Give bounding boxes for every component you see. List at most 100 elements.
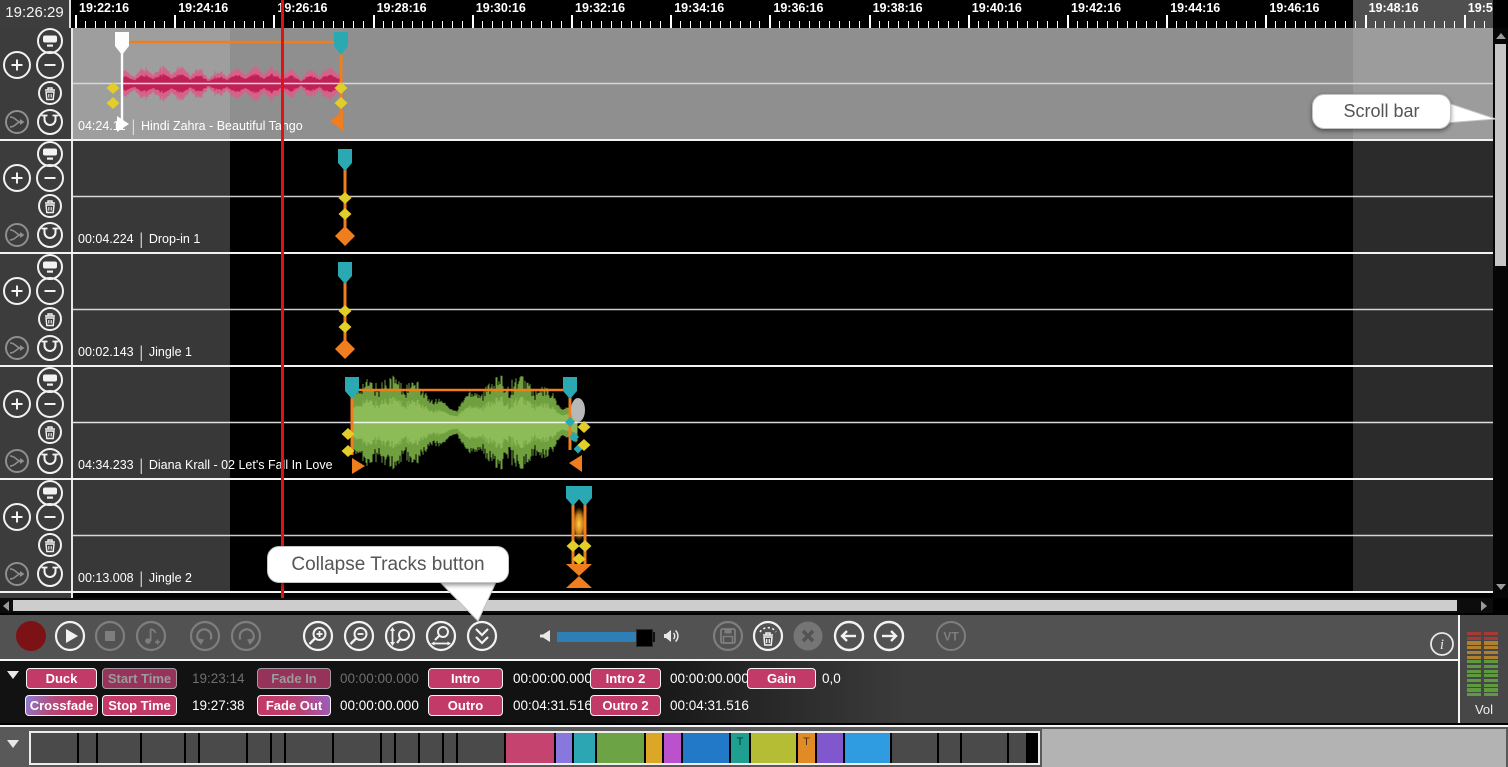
fade-handle-diamond[interactable] bbox=[567, 540, 580, 552]
voice-track-button[interactable]: VT bbox=[935, 620, 967, 652]
stop-button[interactable] bbox=[94, 620, 126, 652]
playlist-block[interactable] bbox=[98, 733, 140, 763]
playlist-block[interactable] bbox=[79, 733, 96, 763]
marker-hourglass[interactable] bbox=[566, 564, 592, 588]
playlist-block[interactable] bbox=[556, 733, 572, 763]
cue-marker-flag[interactable] bbox=[338, 262, 352, 284]
loop-track-button[interactable] bbox=[36, 447, 64, 480]
expand-track-button[interactable] bbox=[2, 163, 32, 198]
fade-handle-diamond[interactable] bbox=[339, 305, 352, 317]
playlist-block-voicetrack[interactable]: T bbox=[731, 733, 749, 763]
scroll-right-arrow-icon[interactable] bbox=[1481, 601, 1487, 611]
playlist-blocks[interactable]: TT bbox=[29, 731, 1040, 765]
playlist-block[interactable] bbox=[186, 733, 198, 763]
playlist-block[interactable] bbox=[751, 733, 796, 763]
close-button[interactable] bbox=[792, 620, 824, 652]
playlist-block[interactable] bbox=[142, 733, 184, 763]
track-row-4[interactable]: 04:34.233|Diana Krall - 02 Let's Fall In… bbox=[0, 367, 1493, 480]
delete-track-button[interactable] bbox=[37, 193, 63, 224]
playlist-block[interactable] bbox=[683, 733, 729, 763]
playlist-block[interactable] bbox=[200, 733, 246, 763]
playlist-block[interactable] bbox=[272, 733, 284, 763]
playlist-block[interactable] bbox=[939, 733, 960, 763]
end-marker-flag[interactable] bbox=[334, 32, 348, 55]
playlist-block[interactable] bbox=[962, 733, 1007, 763]
zoom-selection-button[interactable] bbox=[425, 620, 457, 652]
loop-track-button[interactable] bbox=[36, 108, 64, 141]
track-row-1[interactable]: 04:24.11|Hindi Zahra - Beautiful Tango bbox=[0, 28, 1493, 141]
playlist-block[interactable] bbox=[334, 733, 380, 763]
timeline-ruler[interactable]: 19:22:1619:24:1619:26:1619:28:1619:30:16… bbox=[0, 0, 1508, 28]
playlist-block[interactable] bbox=[31, 733, 77, 763]
loop-track-button[interactable] bbox=[36, 334, 64, 367]
intro2-button[interactable]: Intro 2 bbox=[590, 668, 661, 689]
next-button[interactable] bbox=[873, 620, 905, 652]
scroll-down-arrow-icon[interactable] bbox=[1496, 584, 1506, 590]
cue-marker-flag[interactable] bbox=[338, 149, 352, 171]
track-row-3[interactable]: 00:02.143|Jingle 1 bbox=[0, 254, 1493, 367]
start-marker-flag[interactable] bbox=[566, 486, 580, 506]
playlist-block[interactable] bbox=[420, 733, 442, 763]
merge-track-button[interactable] bbox=[4, 335, 30, 366]
merge-track-button[interactable] bbox=[4, 109, 30, 140]
clear-tracks-button[interactable] bbox=[752, 620, 784, 652]
fade-in-button[interactable]: Fade In bbox=[257, 668, 331, 689]
volume-min-icon[interactable] bbox=[538, 628, 554, 649]
marker-handle-ellipse[interactable] bbox=[571, 398, 585, 422]
track-row-5[interactable]: 00:13.008|Jingle 2 bbox=[0, 480, 1493, 593]
playlist-block[interactable] bbox=[506, 733, 554, 763]
fade-out-button[interactable]: Fade Out bbox=[257, 695, 331, 716]
undo-button[interactable] bbox=[189, 620, 221, 652]
save-button[interactable] bbox=[712, 620, 744, 652]
record-button[interactable] bbox=[15, 620, 47, 652]
end-marker-arrow[interactable] bbox=[330, 111, 343, 131]
playlist-block[interactable] bbox=[845, 733, 890, 763]
zoom-out-button[interactable] bbox=[343, 620, 375, 652]
end-marker-arrow[interactable] bbox=[569, 455, 582, 472]
previous-button[interactable] bbox=[833, 620, 865, 652]
fade-handle-diamond[interactable] bbox=[339, 321, 352, 333]
playlist-block[interactable] bbox=[574, 733, 595, 763]
volume-slider[interactable] bbox=[557, 632, 655, 642]
playlist-block[interactable] bbox=[817, 733, 843, 763]
playlist-block-voicetrack[interactable]: T bbox=[798, 733, 815, 763]
expand-track-button[interactable] bbox=[2, 389, 32, 424]
collapse-strip-icon[interactable] bbox=[7, 740, 19, 748]
duck-button[interactable]: Duck bbox=[26, 668, 97, 689]
playlist-block[interactable] bbox=[382, 733, 394, 763]
crossfade-button[interactable]: Crossfade bbox=[25, 695, 98, 716]
end-marker-flag[interactable] bbox=[578, 486, 592, 506]
collapse-tracks-button[interactable] bbox=[466, 620, 498, 652]
merge-track-button[interactable] bbox=[4, 222, 30, 253]
playlist-block[interactable] bbox=[286, 733, 332, 763]
delete-track-button[interactable] bbox=[37, 306, 63, 337]
cue-marker-diamond[interactable] bbox=[335, 226, 355, 246]
expand-track-button[interactable] bbox=[2, 50, 32, 85]
playlist-block[interactable] bbox=[646, 733, 662, 763]
horizontal-scroll-thumb[interactable] bbox=[13, 600, 1457, 611]
playhead-cursor[interactable] bbox=[281, 0, 284, 598]
horizontal-scrollbar[interactable] bbox=[0, 598, 1493, 613]
delete-track-button[interactable] bbox=[37, 419, 63, 450]
fade-handle-diamond[interactable] bbox=[339, 192, 352, 204]
playlist-block[interactable] bbox=[1009, 733, 1026, 763]
redo-button[interactable] bbox=[230, 620, 262, 652]
collapse-panel-icon[interactable] bbox=[7, 671, 19, 679]
scroll-left-arrow-icon[interactable] bbox=[3, 601, 9, 611]
playlist-block[interactable] bbox=[892, 733, 937, 763]
stop-time-button[interactable]: Stop Time bbox=[102, 695, 177, 716]
add-note-button[interactable] bbox=[135, 620, 167, 652]
expand-track-button[interactable] bbox=[2, 276, 32, 311]
fade-handle-diamond[interactable] bbox=[335, 97, 348, 109]
track-row-2[interactable]: 00:04.224|Drop-in 1 bbox=[0, 141, 1493, 254]
fade-handle-diamond[interactable] bbox=[107, 97, 120, 109]
zoom-in-button[interactable] bbox=[302, 620, 334, 652]
loop-track-button[interactable] bbox=[36, 221, 64, 254]
start-time-button[interactable]: Start Time bbox=[102, 668, 177, 689]
playlist-block[interactable] bbox=[444, 733, 456, 763]
delete-track-button[interactable] bbox=[37, 80, 63, 111]
playlist-block[interactable] bbox=[248, 733, 270, 763]
end-marker-flag[interactable] bbox=[563, 377, 577, 399]
loop-track-button[interactable] bbox=[36, 560, 64, 593]
scroll-up-arrow-icon[interactable] bbox=[1496, 33, 1506, 39]
